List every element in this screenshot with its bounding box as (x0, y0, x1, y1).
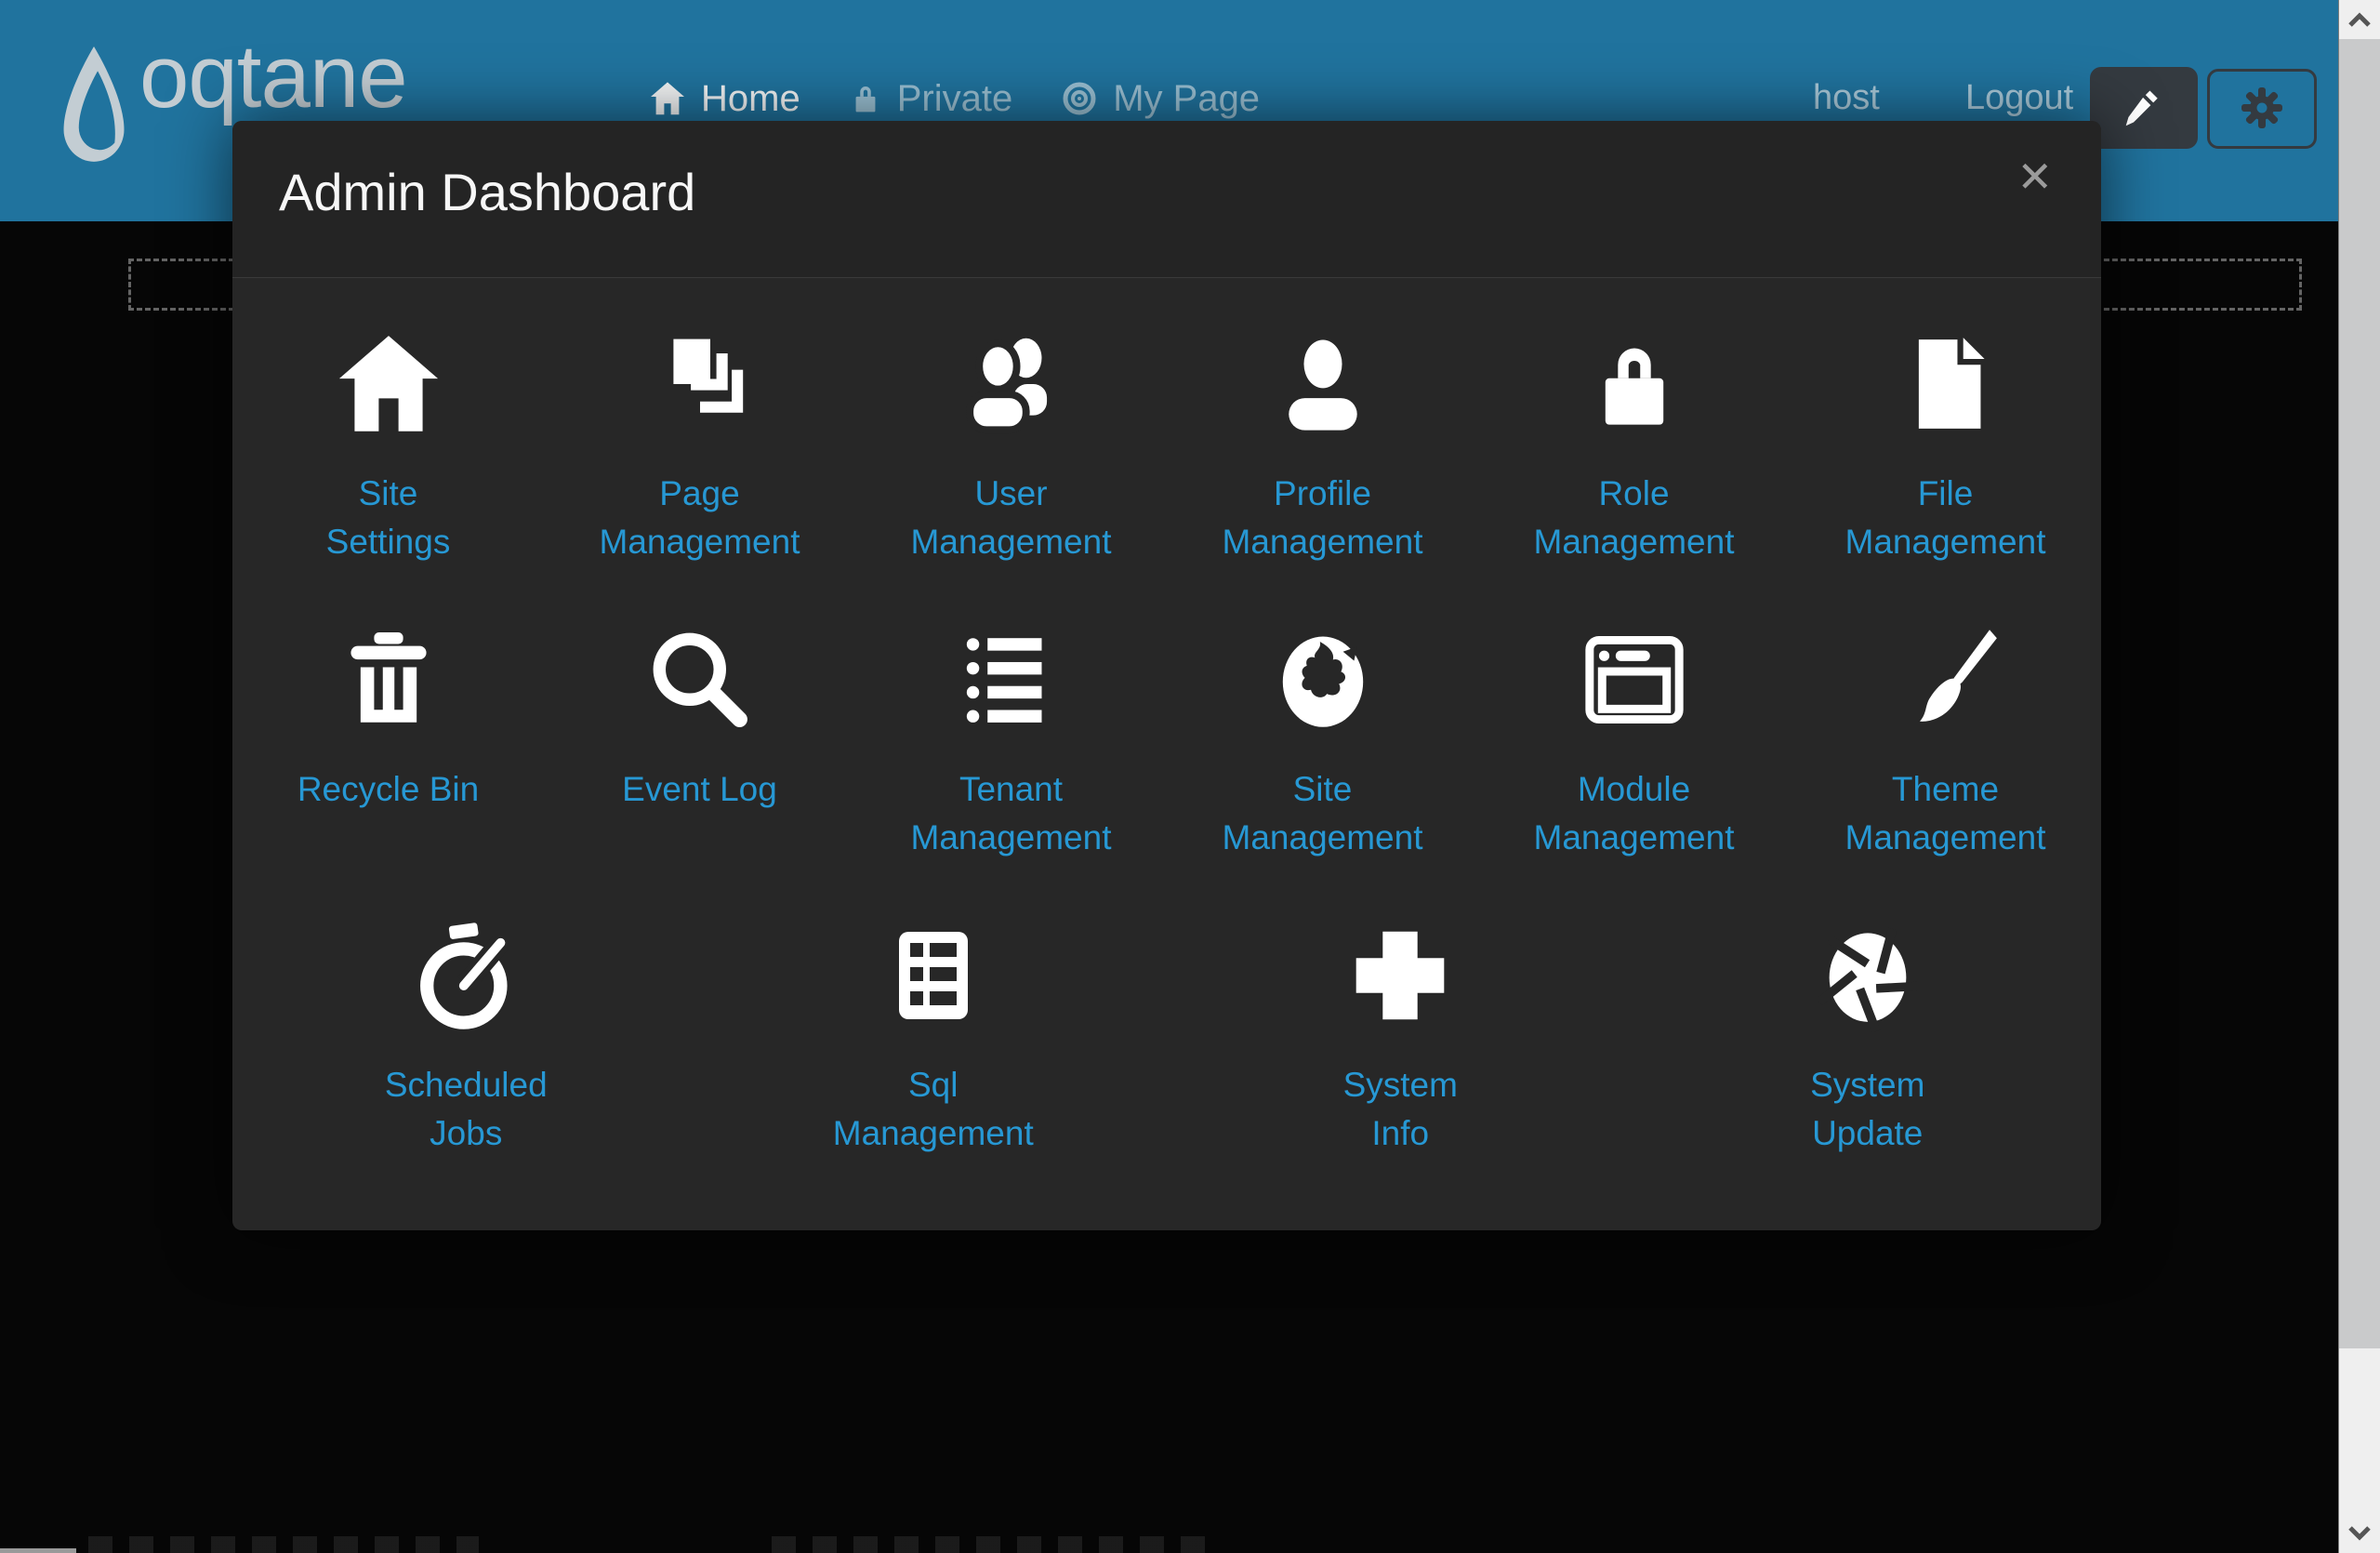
cutoff-content-fragment (772, 1536, 1209, 1553)
modal-title: Admin Dashboard (279, 162, 695, 222)
cutoff-content-fragment (88, 1536, 479, 1553)
tile-theme-management[interactable]: Theme Management (1790, 618, 2101, 862)
nav-item-private[interactable]: Private (849, 78, 1013, 120)
vertical-scrollbar[interactable] (2338, 0, 2380, 1553)
tile-tenant-management[interactable]: Tenant Management (855, 618, 1167, 862)
timer-icon (415, 914, 517, 1037)
tile-page-management[interactable]: Page Management (544, 323, 855, 566)
aperture-icon (1818, 914, 1917, 1037)
tile-profile-management[interactable]: Profile Management (1167, 323, 1478, 566)
lock-icon (1586, 323, 1683, 445)
spreadsheet-icon (887, 914, 980, 1037)
tile-module-management[interactable]: Module Management (1478, 618, 1790, 862)
scroll-down-arrow-icon[interactable] (2339, 1514, 2380, 1553)
lock-icon (849, 80, 882, 117)
tile-label: Site Management (1223, 765, 1423, 862)
tile-site-settings[interactable]: Site Settings (232, 323, 544, 566)
person-icon (1273, 323, 1373, 445)
tile-label: User Management (911, 470, 1112, 566)
nav-item-label: Home (701, 78, 800, 120)
tile-label: Site Settings (326, 470, 451, 566)
brush-icon (1894, 618, 1998, 741)
tile-label: Sql Management (833, 1061, 1034, 1158)
tile-row: Scheduled Jobs Sql Management (232, 914, 2101, 1158)
pages-icon (649, 323, 751, 445)
logo-text[interactable]: oqtane (139, 26, 407, 128)
tile-role-management[interactable]: Role Management (1478, 323, 1790, 566)
target-icon (1061, 80, 1098, 117)
tile-site-management[interactable]: Site Management (1167, 618, 1478, 862)
tile-label: File Management (1845, 470, 2046, 566)
list-icon (959, 618, 1064, 741)
tile-system-info[interactable]: System Info (1167, 914, 1634, 1158)
close-icon[interactable]: ✕ (2011, 154, 2058, 199)
user-link[interactable]: host (1813, 78, 1880, 118)
nav-item-label: Private (897, 78, 1013, 120)
admin-dashboard-modal: Admin Dashboard ✕ Site Settings (232, 121, 2101, 1230)
tile-label: System Update (1810, 1061, 1924, 1158)
tile-label: Recycle Bin (298, 765, 479, 814)
edit-mode-button[interactable] (2090, 67, 2198, 149)
logout-link[interactable]: Logout (1965, 78, 2073, 118)
modal-body: Site Settings Page Management (232, 278, 2101, 1158)
tile-file-management[interactable]: File Management (1790, 323, 2101, 566)
tile-label: Page Management (600, 470, 800, 566)
globe-icon (1273, 618, 1373, 741)
bottom-scroll-corner (0, 1548, 76, 1553)
pencil-icon (2122, 86, 2165, 131)
tile-recycle-bin[interactable]: Recycle Bin (232, 618, 544, 814)
nav-item-home[interactable]: Home (649, 78, 800, 120)
tile-row: Recycle Bin Event Log (232, 618, 2101, 862)
tile-label: Event Log (622, 765, 777, 814)
gear-icon (2239, 85, 2285, 134)
tile-scheduled-jobs[interactable]: Scheduled Jobs (232, 914, 700, 1158)
nav-item-my-page[interactable]: My Page (1061, 78, 1260, 120)
browser-icon (1582, 618, 1686, 741)
tile-system-update[interactable]: System Update (1634, 914, 2102, 1158)
scrollbar-thumb[interactable] (2339, 39, 2380, 1348)
tile-label: Module Management (1534, 765, 1735, 862)
tile-user-management[interactable]: User Management (855, 323, 1167, 566)
file-icon (1897, 323, 1994, 445)
settings-button[interactable] (2207, 69, 2317, 149)
modal-header: Admin Dashboard ✕ (232, 121, 2101, 278)
oqtane-drop-logo-icon[interactable] (56, 46, 132, 178)
tile-label: Tenant Management (911, 765, 1112, 862)
tile-label: Role Management (1534, 470, 1735, 566)
trash-icon (340, 618, 437, 741)
home-icon (649, 80, 686, 117)
nav-item-label: My Page (1113, 78, 1260, 120)
tile-event-log[interactable]: Event Log (544, 618, 855, 814)
magnifier-icon (648, 618, 752, 741)
plus-icon (1349, 914, 1451, 1037)
tile-label: Profile Management (1223, 470, 1423, 566)
tile-label: Scheduled Jobs (385, 1061, 548, 1158)
home-icon (334, 323, 443, 445)
tile-label: Theme Management (1845, 765, 2046, 862)
tile-row: Site Settings Page Management (232, 323, 2101, 566)
people-icon (959, 323, 1064, 445)
tile-sql-management[interactable]: Sql Management (700, 914, 1168, 1158)
tile-label: System Info (1343, 1061, 1458, 1158)
scroll-up-arrow-icon[interactable] (2339, 0, 2380, 39)
